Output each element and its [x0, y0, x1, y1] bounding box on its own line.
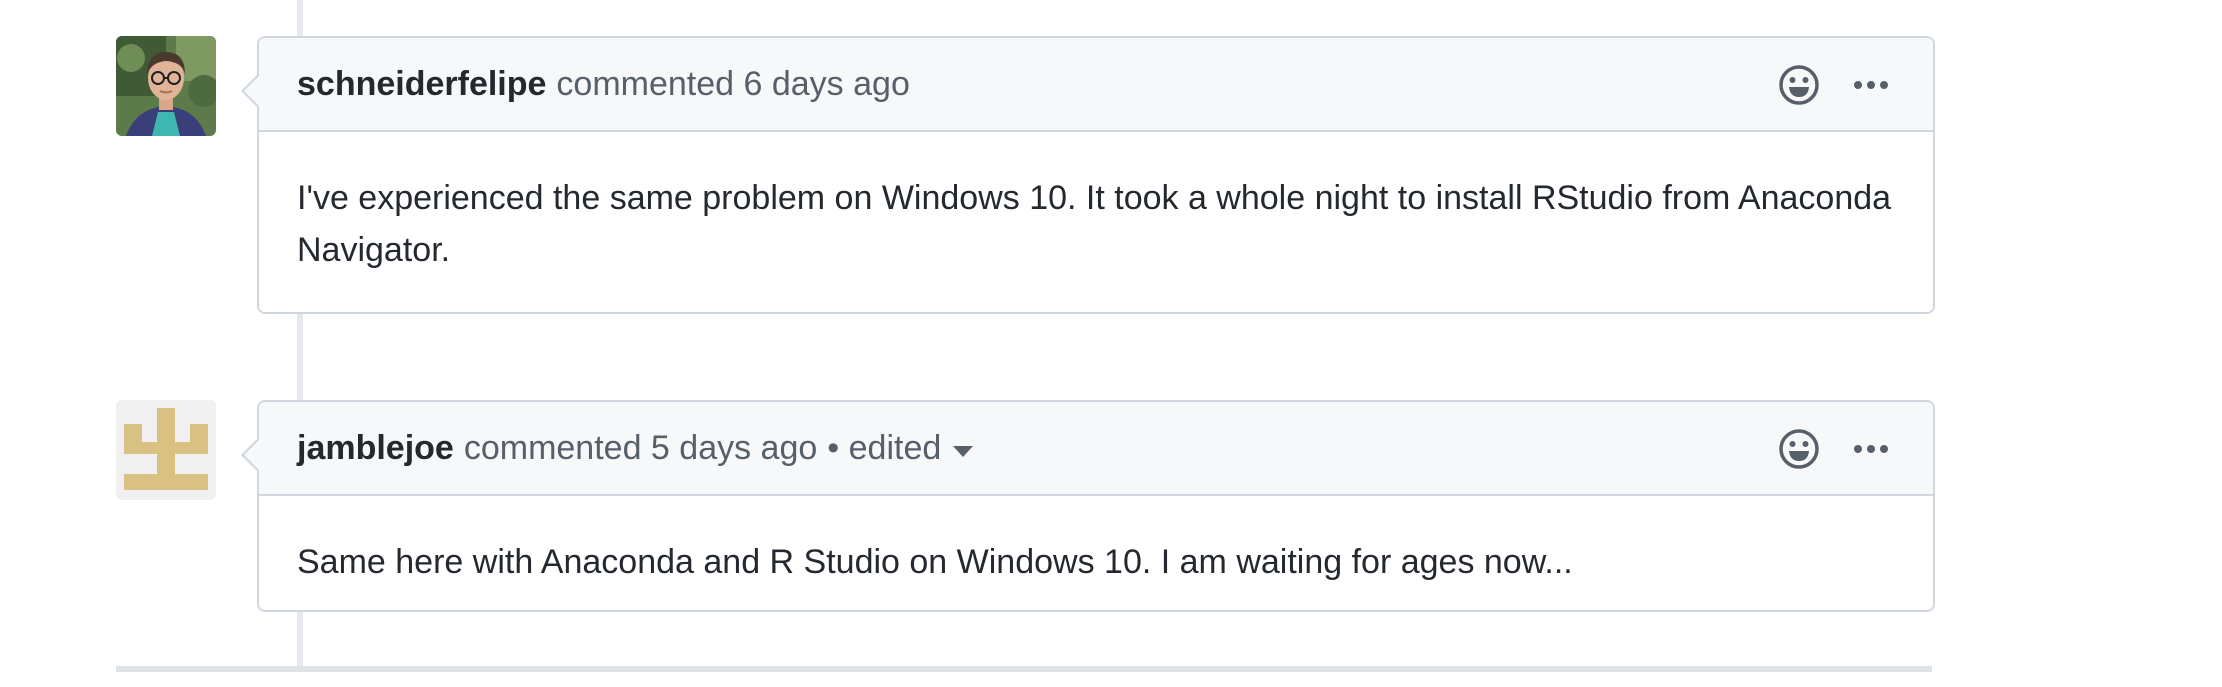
user-photo-avatar-icon	[116, 36, 216, 136]
timeline-divider	[116, 666, 1932, 672]
comment-actions	[1777, 402, 1889, 496]
avatar[interactable]	[116, 400, 216, 500]
comment-header: jamblejoe commented 5 days ago • edited	[259, 402, 1933, 496]
comment-timeline: schneiderfelipe commented 6 days ago I'v…	[0, 0, 2222, 687]
add-reaction-button[interactable]	[1777, 63, 1821, 107]
smiley-icon	[1779, 65, 1819, 105]
edited-label: • edited	[827, 428, 942, 467]
comment-actions	[1777, 38, 1889, 132]
comment-body: Same here with Anaconda and R Studio on …	[297, 543, 1573, 581]
avatar[interactable]	[116, 36, 216, 136]
comment-author-link[interactable]: jamblejoe	[297, 429, 454, 468]
smiley-icon	[1779, 429, 1819, 469]
comment-pointer-fill	[244, 440, 259, 470]
comment-body: I've experienced the same problem on Win…	[297, 179, 1892, 269]
comment-timestamp[interactable]: commented 5 days ago	[464, 429, 817, 468]
kebab-horizontal-icon	[1854, 445, 1888, 453]
add-reaction-button[interactable]	[1777, 427, 1821, 471]
edit-history-dropdown[interactable]: • edited	[827, 428, 974, 468]
comment-header: schneiderfelipe commented 6 days ago	[259, 38, 1933, 132]
identicon-avatar-icon	[116, 400, 216, 500]
comment-pointer-fill	[244, 76, 259, 106]
comment-author-link[interactable]: schneiderfelipe	[297, 65, 546, 104]
chevron-down-icon	[953, 445, 974, 457]
comment-box: schneiderfelipe commented 6 days ago I'v…	[241, 36, 1935, 314]
kebab-horizontal-icon	[1854, 81, 1888, 89]
more-options-button[interactable]	[1853, 79, 1889, 91]
more-options-button[interactable]	[1853, 443, 1889, 455]
comment-box: jamblejoe commented 5 days ago • edited	[241, 400, 1935, 612]
comment-timestamp[interactable]: commented 6 days ago	[556, 65, 909, 104]
